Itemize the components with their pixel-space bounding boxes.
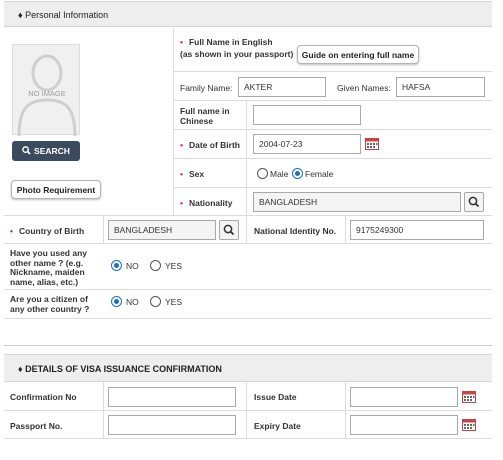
national-id-input[interactable] <box>350 220 484 240</box>
personal-info-header: ♦ Personal Information <box>4 1 492 27</box>
sex-female-label: Female <box>305 169 334 179</box>
personal-info-title: ♦ Personal Information <box>18 10 109 20</box>
photo-placeholder: NO IMAGE <box>12 44 80 136</box>
other-name-no-label: NO <box>126 261 139 271</box>
given-names-label: Given Names: <box>337 83 391 93</box>
dob-input[interactable] <box>253 134 361 154</box>
sex-label: • Sex <box>180 169 205 179</box>
full-name-label: • Full Name in English <box>180 37 273 47</box>
photo-search-button[interactable]: SEARCH <box>12 141 80 161</box>
other-name-no-radio[interactable] <box>111 260 122 271</box>
search-icon <box>468 196 480 208</box>
calendar-icon[interactable] <box>462 418 476 431</box>
expiry-date-input[interactable] <box>350 415 458 435</box>
other-name-yes-radio[interactable] <box>150 260 161 271</box>
no-image-text: NO IMAGE <box>28 89 66 98</box>
other-name-question: Have you used any other name ? (e.g. Nickn… <box>10 248 88 287</box>
search-button-label: SEARCH <box>34 146 70 156</box>
national-id-label: National Identity No. <box>254 226 337 236</box>
issue-date-input[interactable] <box>350 387 458 407</box>
calendar-icon[interactable] <box>462 390 476 403</box>
nationality-label: • Nationality <box>180 198 233 208</box>
visa-details-header: ♦ DETAILS OF VISA ISSUANCE CONFIRMATION <box>4 354 492 382</box>
confirmation-no-input[interactable] <box>108 387 236 407</box>
country-of-birth-search-button[interactable] <box>219 220 239 240</box>
calendar-icon[interactable] <box>365 137 379 150</box>
dob-label: • Date of Birth <box>180 140 240 150</box>
chinese-name-label: Full name in Chinese <box>180 106 230 126</box>
issue-date-label: Issue Date <box>254 392 297 402</box>
citizen-question: Are you a citizen of any other country ? <box>10 294 90 314</box>
citizen-yes-label: YES <box>165 297 183 307</box>
visa-details-title: ♦ DETAILS OF VISA ISSUANCE CONFIRMATION <box>18 364 222 374</box>
chinese-name-input[interactable] <box>253 105 361 125</box>
sex-male-label: Male <box>270 169 289 179</box>
passport-no-label: Passport No. <box>10 421 63 431</box>
other-name-yes-label: YES <box>165 261 183 271</box>
citizen-yes-radio[interactable] <box>150 296 161 307</box>
nationality-search-button[interactable] <box>464 192 484 212</box>
confirmation-no-label: Confirmation No <box>10 392 77 402</box>
sex-male-radio[interactable] <box>257 168 268 179</box>
search-icon <box>223 224 235 236</box>
passport-no-input[interactable] <box>108 415 236 435</box>
expiry-date-label: Expiry Date <box>254 421 301 431</box>
given-names-input[interactable] <box>396 77 485 97</box>
search-icon <box>22 146 31 155</box>
citizen-no-label: NO <box>126 297 139 307</box>
citizen-no-radio[interactable] <box>111 296 122 307</box>
country-of-birth-input[interactable] <box>108 220 216 240</box>
full-name-sublabel: (as shown in your passport) <box>180 49 294 59</box>
sex-female-radio[interactable] <box>292 168 303 179</box>
family-name-label: Family Name: <box>180 83 233 93</box>
country-of-birth-label: • Country of Birth <box>10 226 85 236</box>
photo-requirement-button[interactable]: Photo Requirement <box>11 180 101 199</box>
family-name-input[interactable] <box>238 77 326 97</box>
nationality-input[interactable] <box>253 192 461 212</box>
guide-full-name-button[interactable]: Guide on entering full name <box>297 45 419 64</box>
